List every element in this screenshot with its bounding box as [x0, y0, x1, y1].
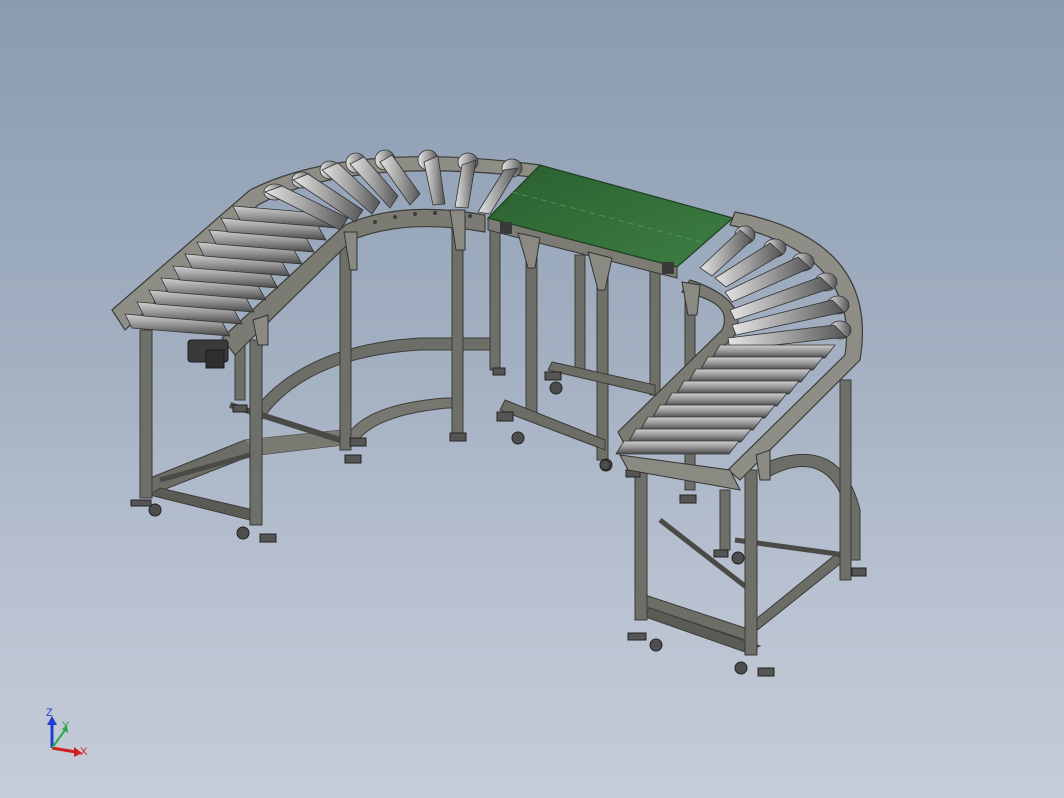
axis-triad: Z Y X — [46, 707, 88, 758]
y-axis-arrow — [51, 729, 66, 749]
caster-wheels-left — [130, 367, 506, 543]
z-axis-label: Z — [46, 707, 53, 719]
cad-viewport[interactable]: Z Y X — [0, 0, 1064, 798]
y-axis-label: Y — [62, 720, 70, 732]
conveyor-model-view: Z Y X — [46, 149, 867, 758]
right-conveyor-section — [599, 211, 867, 677]
drive-motor-left — [187, 339, 229, 369]
x-axis-arrow — [51, 746, 77, 754]
x-axis-label: X — [80, 746, 88, 758]
left-conveyor-section — [111, 149, 541, 543]
